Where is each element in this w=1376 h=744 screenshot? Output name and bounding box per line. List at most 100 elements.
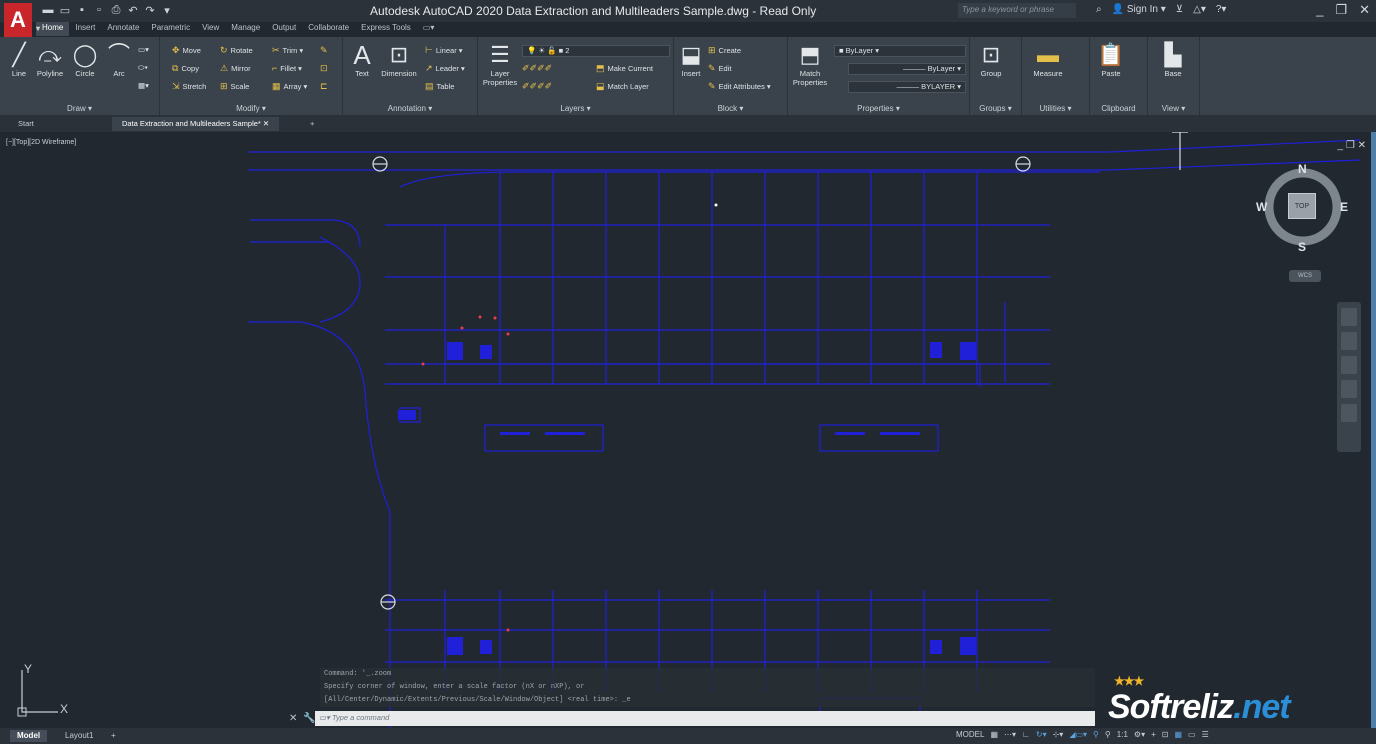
save-as-icon[interactable]: ▫ xyxy=(93,4,105,16)
groups-panel-title[interactable]: Groups ▾ xyxy=(970,104,1021,113)
undo-icon[interactable]: ↶ xyxy=(127,4,139,17)
auto-scale-icon[interactable]: ⚲ xyxy=(1105,730,1111,739)
tab-drawing[interactable]: Data Extraction and Multileaders Sample*… xyxy=(112,117,280,131)
new-tab-icon[interactable]: + xyxy=(300,117,324,131)
fillet-button[interactable]: ⌐ Fillet ▾ xyxy=(272,63,302,73)
compass-west[interactable]: W xyxy=(1256,200,1267,214)
binoculars-icon[interactable]: ⌕ xyxy=(1096,4,1102,15)
rotate-button[interactable]: ↻ Rotate xyxy=(220,45,253,56)
layer-tools-row1[interactable]: ✐✐✐✐ xyxy=(522,63,552,74)
plot-icon[interactable]: ⎙ xyxy=(110,4,122,16)
tab-manage[interactable]: Manage xyxy=(225,22,266,36)
erase-icon[interactable]: ✎ xyxy=(320,45,328,56)
layer-tools-row2[interactable]: ✐✐✐✐ xyxy=(522,81,552,92)
array-button[interactable]: ▦ Array ▾ xyxy=(272,81,307,92)
workspace-icon[interactable]: ⚙▾ xyxy=(1134,730,1145,739)
sign-in-button[interactable]: 👤 Sign In ▾ xyxy=(1112,4,1166,15)
make-current-button[interactable]: ⬒ Make Current xyxy=(596,63,653,74)
linetype-dropdown[interactable]: ——— ByLayer ▾ xyxy=(848,63,966,75)
tab-express-tools[interactable]: Express Tools xyxy=(355,22,417,36)
exchange-icon[interactable]: △▾ xyxy=(1193,4,1206,15)
minimize-icon[interactable]: _ xyxy=(1316,2,1323,18)
pan-icon[interactable] xyxy=(1341,332,1357,350)
rectangle-icon[interactable]: ▭▾ xyxy=(138,45,149,54)
full-navigation-wheel-icon[interactable] xyxy=(1341,308,1357,326)
draw-panel-title[interactable]: Draw ▾ xyxy=(0,104,159,113)
properties-panel-title[interactable]: Properties ▾ xyxy=(788,104,969,113)
restore-icon[interactable]: ❐ xyxy=(1335,2,1347,18)
cart-icon[interactable]: ⊻ xyxy=(1176,4,1183,15)
annotation-panel-title[interactable]: Annotation ▾ xyxy=(343,104,477,113)
table-button[interactable]: ▤ Table xyxy=(425,81,454,92)
viewport-label[interactable]: [−][Top][2D Wireframe] xyxy=(6,139,76,146)
create-block-button[interactable]: ⊞ Create xyxy=(708,45,741,56)
stretch-button[interactable]: ⇲ Stretch xyxy=(172,81,206,92)
drawing-viewport[interactable]: [−][Top][2D Wireframe] _ ❐ ✕ N S E W TOP… xyxy=(0,132,1376,728)
layer-properties-button[interactable]: ☰ Layer Properties xyxy=(480,41,520,87)
text-button[interactable]: A Text xyxy=(345,41,379,78)
lineweight-dropdown[interactable]: ——— BYLAYER ▾ xyxy=(848,81,966,93)
color-dropdown[interactable]: ■ ByLayer ▾ xyxy=(834,45,966,57)
modify-panel-title[interactable]: Modify ▾ xyxy=(160,104,342,113)
osnap-icon[interactable]: ⊹▾ xyxy=(1053,730,1064,739)
dimension-button[interactable]: ⊡ Dimension xyxy=(377,41,421,78)
compass-east[interactable]: E xyxy=(1340,200,1348,214)
viewport-controls[interactable]: _ ❐ ✕ xyxy=(1338,140,1366,151)
utilities-panel-title[interactable]: Utilities ▾ xyxy=(1022,104,1089,113)
annotation-visibility-icon[interactable]: ⚲ xyxy=(1093,730,1099,739)
explode-icon[interactable]: ⊡ xyxy=(320,63,328,74)
edit-block-button[interactable]: ✎ Edit xyxy=(708,63,731,74)
help-icon[interactable]: ?▾ xyxy=(1216,4,1227,15)
circle-button[interactable]: ◯ Circle xyxy=(68,41,102,78)
compass-north[interactable]: N xyxy=(1298,162,1307,176)
navigation-bar[interactable] xyxy=(1337,302,1361,452)
customize-status-icon[interactable]: ☰ xyxy=(1202,730,1209,739)
add-layout-icon[interactable]: + xyxy=(104,730,123,742)
paste-button[interactable]: 📋 Paste xyxy=(1094,41,1128,78)
autocad-logo[interactable]: A ▾ xyxy=(4,3,40,37)
search-input[interactable]: Type a keyword or phrase xyxy=(958,3,1076,18)
plus-icon[interactable]: + xyxy=(1151,730,1156,739)
layer-dropdown[interactable]: 💡 ☀ 🔓 ■ 2 xyxy=(522,45,670,57)
clean-screen-icon[interactable]: ▭ xyxy=(1188,730,1196,739)
mirror-button[interactable]: ⚠ Mirror xyxy=(220,63,251,74)
snap-icon[interactable]: ⋯▾ xyxy=(1004,730,1016,739)
arc-button[interactable]: ⌒ Arc xyxy=(102,41,136,78)
save-icon[interactable]: ▪ xyxy=(76,4,88,16)
clipboard-panel-title[interactable]: Clipboard xyxy=(1090,104,1147,113)
layers-panel-title[interactable]: Layers ▾ xyxy=(478,104,673,113)
tab-collaborate[interactable]: Collaborate xyxy=(302,22,355,36)
close-tab-icon[interactable]: ✕ xyxy=(263,119,269,128)
open-icon[interactable]: ▭ xyxy=(59,4,71,17)
tab-output[interactable]: Output xyxy=(266,22,302,36)
copy-button[interactable]: ⧉ Copy xyxy=(172,63,199,74)
tab-more-icon[interactable]: ▭▾ xyxy=(417,22,441,36)
polar-icon[interactable]: ↻▾ xyxy=(1036,730,1047,739)
tab-insert[interactable]: Insert xyxy=(69,22,101,36)
close-command-icon[interactable]: ✕ xyxy=(289,713,297,724)
ellipse-icon[interactable]: ⬭▾ xyxy=(138,63,148,73)
tab-start[interactable]: Start xyxy=(8,117,44,131)
model-space-button[interactable]: MODEL xyxy=(956,730,984,739)
tab-parametric[interactable]: Parametric xyxy=(145,22,196,36)
tab-layout1[interactable]: Layout1 xyxy=(58,730,100,742)
orbit-icon[interactable] xyxy=(1341,380,1357,398)
offset-icon[interactable]: ⊏ xyxy=(320,81,328,92)
otrack-icon[interactable]: ◢▭▾ xyxy=(1069,730,1087,739)
close-icon[interactable]: ✕ xyxy=(1359,2,1370,18)
zoom-icon[interactable] xyxy=(1341,356,1357,374)
trim-button[interactable]: ✂ Trim ▾ xyxy=(272,45,303,56)
showmotion-icon[interactable] xyxy=(1341,404,1357,422)
tab-annotate[interactable]: Annotate xyxy=(101,22,145,36)
annotation-scale[interactable]: 1:1 xyxy=(1117,730,1128,739)
match-properties-button[interactable]: ⬒ Match Properties xyxy=(790,41,830,87)
hatch-icon[interactable]: ▦▾ xyxy=(138,81,149,90)
grid-icon[interactable]: ▦ xyxy=(990,730,998,739)
new-icon[interactable]: ▬ xyxy=(42,4,54,16)
viewcube-top-face[interactable]: TOP xyxy=(1288,193,1316,219)
edit-attributes-button[interactable]: ✎ Edit Attributes ▾ xyxy=(708,81,771,92)
redo-icon[interactable]: ↷ xyxy=(144,4,156,17)
insert-button[interactable]: ⬓ Insert xyxy=(674,41,708,78)
polyline-button[interactable]: ⤼ Polyline xyxy=(33,41,67,78)
leader-button[interactable]: ↗ Leader ▾ xyxy=(425,63,465,74)
